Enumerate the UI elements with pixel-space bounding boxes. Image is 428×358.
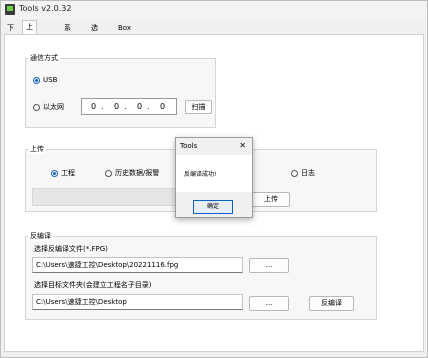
upload-project-label: 工程 <box>61 169 75 177</box>
scan-button[interactable]: 扫描 <box>185 100 212 114</box>
tab-download[interactable]: 下载 <box>4 21 17 46</box>
comm-group-title: 通信方式 <box>28 54 60 63</box>
tab-options[interactable]: 选件 <box>88 21 101 46</box>
upload-group-title: 上传 <box>28 145 46 154</box>
upload-project-radio[interactable]: 工程 <box>51 168 75 178</box>
dialog-message: 反编译成功! <box>184 171 217 178</box>
target-folder-label: 选择目标文件夹(会建立工程名子目录) <box>34 281 152 289</box>
upload-history-label: 历史数据/报警 <box>115 169 160 177</box>
upload-log-radio-dot <box>291 169 298 177</box>
upload-project-radio-dot <box>51 169 58 177</box>
dialog-ok-button[interactable]: 确定 <box>193 200 233 214</box>
ip-octet-2: 0 <box>114 102 120 111</box>
ip-octet-3: 0 <box>137 102 143 111</box>
usb-radio-label: USB <box>43 76 58 84</box>
upload-history-radio[interactable]: 历史数据/报警 <box>105 168 159 178</box>
close-icon[interactable]: ✕ <box>239 141 246 150</box>
upload-button[interactable]: 上传 <box>252 192 290 207</box>
ip-octet-4: 0 <box>160 102 166 111</box>
tab-box-params[interactable]: Box参数 <box>115 21 134 60</box>
message-dialog: Tools ✕ 反编译成功! 确定 <box>175 137 253 218</box>
target-folder-input[interactable]: C:\Users\速捷工控\Desktop <box>32 294 243 310</box>
ethernet-radio-label: 以太网 <box>43 103 64 111</box>
browse-target-button[interactable]: ... <box>249 296 289 311</box>
tab-upload[interactable]: 上传 <box>22 20 37 44</box>
browse-source-button[interactable]: ... <box>249 258 289 273</box>
tab-system[interactable]: 系统 <box>61 21 74 46</box>
upload-history-radio-dot <box>105 169 112 177</box>
ethernet-radio-dot <box>33 103 40 111</box>
window-title: Tools v2.0.32 <box>19 4 72 13</box>
decompile-group-title: 反编译 <box>28 232 53 241</box>
ip-octet-1: 0 <box>91 102 97 111</box>
ip-dot-2: . <box>124 102 127 111</box>
ip-address-field[interactable]: 0 . 0 . 0 . 0 <box>81 98 177 115</box>
upload-log-label: 日志 <box>301 169 315 177</box>
app-icon <box>5 4 15 15</box>
main-window: Tools v2.0.32 下载 上传 系统 选件 Box参数 通信方式 USB… <box>0 0 428 358</box>
dialog-title: Tools <box>180 142 198 150</box>
ip-dot-1: . <box>101 102 104 111</box>
ethernet-radio[interactable]: 以太网 <box>33 102 64 112</box>
source-file-input[interactable]: C:\Users\速捷工控\Desktop\20221116.fpg <box>32 257 243 273</box>
ip-dot-3: . <box>147 102 150 111</box>
title-bar: Tools v2.0.32 <box>1 1 427 19</box>
source-file-label: 选择反编译文件(*.FPG) <box>34 245 108 253</box>
usb-radio-dot <box>33 76 40 84</box>
dialog-body: 反编译成功! <box>176 155 252 192</box>
usb-radio[interactable]: USB <box>33 76 57 84</box>
comm-group: 通信方式 <box>25 54 216 128</box>
upload-log-radio[interactable]: 日志 <box>291 168 315 178</box>
decompile-button[interactable]: 反编译 <box>309 296 354 311</box>
